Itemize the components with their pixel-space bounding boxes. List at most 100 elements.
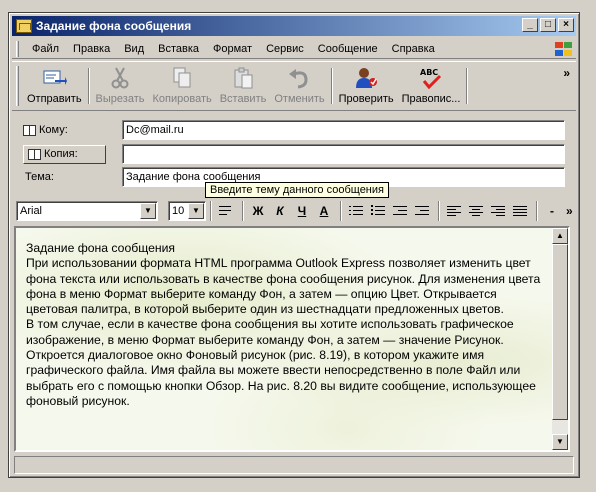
paste-button[interactable]: Вставить (216, 62, 271, 110)
title-bar[interactable]: Задание фона сообщения _ □ × (12, 16, 576, 36)
to-field[interactable]: Dc@mail.ru (122, 120, 565, 140)
menu-format[interactable]: Формат (206, 41, 259, 57)
body-paragraph: При использовании формата HTML программа… (26, 256, 541, 317)
align-right-icon (491, 205, 505, 217)
send-button[interactable]: Отправить (23, 62, 86, 110)
toolbar-separator (330, 68, 333, 104)
align-center-button[interactable] (466, 201, 486, 221)
underline-button[interactable]: Ч (292, 201, 312, 221)
font-size-value: 10 (172, 205, 185, 217)
message-text[interactable]: Задание фона сообщения При использовании… (26, 241, 546, 409)
cut-button[interactable]: Вырезать (92, 62, 149, 110)
menu-grip (16, 40, 19, 57)
chevron-down-icon[interactable]: ▼ (140, 203, 156, 219)
toolbar-separator (87, 68, 90, 104)
copy-label: Копировать (152, 93, 212, 105)
windows-logo-icon (552, 40, 574, 58)
minimize-button[interactable]: _ (522, 18, 538, 32)
cc-label: Копия: (44, 148, 78, 160)
align-right-button[interactable] (488, 201, 508, 221)
scissors-icon (107, 66, 133, 90)
format-separator (438, 201, 440, 221)
font-select[interactable]: Arial ▼ (16, 201, 158, 221)
address-book-icon (28, 148, 41, 160)
cc-field[interactable] (122, 144, 565, 164)
address-book-icon (23, 124, 36, 136)
scroll-thumb[interactable] (552, 244, 568, 420)
menu-tools[interactable]: Сервис (259, 41, 311, 57)
paragraph-style-button[interactable] (216, 201, 236, 221)
undo-button[interactable]: Отменить (270, 62, 328, 110)
window-title: Задание фона сообщения (36, 19, 192, 33)
toolbar-overflow-chevron-icon[interactable]: » (563, 66, 570, 80)
copy-icon (169, 66, 195, 90)
horizontal-line-button[interactable]: - (542, 201, 562, 221)
bullet-list-button[interactable] (368, 201, 388, 221)
undo-label: Отменить (274, 93, 325, 105)
scroll-up-icon[interactable]: ▲ (552, 228, 568, 244)
menu-message[interactable]: Сообщение (311, 41, 385, 57)
numbered-list-button[interactable] (346, 201, 366, 221)
justify-button[interactable] (510, 201, 530, 221)
formatting-toolbar: Arial ▼ 10 ▼ Ж К Ч А - » (12, 197, 576, 225)
compose-window: Задание фона сообщения _ □ × Файл Правка… (8, 12, 580, 478)
subject-label: Тема: (25, 171, 54, 183)
subject-tooltip: Введите тему данного сообщения (205, 182, 389, 198)
font-size-select[interactable]: 10 ▼ (168, 201, 206, 221)
menu-bar: Файл Правка Вид Вставка Формат Сервис Со… (12, 39, 576, 59)
menu-edit[interactable]: Правка (66, 41, 117, 57)
maximize-button[interactable]: □ (540, 18, 556, 32)
menu-file[interactable]: Файл (25, 41, 66, 57)
scroll-down-icon[interactable]: ▼ (552, 434, 568, 450)
check-names-label: Проверить (338, 93, 394, 105)
to-row: Кому: Dc@mail.ru (23, 120, 565, 140)
check-names-button[interactable]: Проверить (335, 62, 398, 110)
undo-icon (286, 66, 312, 90)
font-color-button[interactable]: А (314, 201, 334, 221)
increase-indent-button[interactable] (412, 201, 432, 221)
body-paragraph: В том случае, если в качестве фона сообщ… (26, 317, 536, 408)
format-overflow-chevron-icon[interactable]: » (566, 204, 573, 218)
bold-button[interactable]: Ж (248, 201, 268, 221)
to-label: Кому: (39, 124, 68, 136)
cut-label: Вырезать (95, 93, 145, 105)
spelling-icon: ABC (418, 66, 444, 90)
italic-button[interactable]: К (270, 201, 290, 221)
cc-row: Копия: (23, 144, 565, 164)
menu-help[interactable]: Справка (385, 41, 442, 57)
menu-view[interactable]: Вид (117, 41, 151, 57)
send-label: Отправить (27, 93, 82, 105)
align-center-icon (469, 205, 483, 217)
align-left-button[interactable] (444, 201, 464, 221)
status-bar (14, 456, 574, 474)
toolbar-separator (466, 68, 469, 104)
numbered-list-icon (349, 205, 363, 217)
format-separator (242, 201, 244, 221)
chevron-down-icon[interactable]: ▼ (188, 203, 204, 219)
paste-icon (230, 66, 256, 90)
check-names-icon (353, 66, 379, 90)
body-paragraph: Задание фона сообщения (26, 241, 176, 255)
increase-indent-icon (415, 205, 429, 217)
toolbar-grip (16, 66, 19, 106)
align-left-icon (447, 205, 461, 217)
cc-button[interactable]: Копия: (23, 144, 106, 164)
format-separator (210, 201, 212, 221)
decrease-indent-button[interactable] (390, 201, 410, 221)
to-button[interactable]: Кому: (23, 121, 68, 140)
font-value: Arial (20, 205, 43, 217)
spelling-icon-text: ABC (420, 68, 438, 77)
justify-icon (513, 205, 527, 217)
format-separator (340, 201, 342, 221)
spelling-button[interactable]: ABC Правопис... (398, 62, 465, 110)
copy-button[interactable]: Копировать (148, 62, 215, 110)
spelling-label: Правопис... (401, 93, 461, 105)
paragraph-style-icon (219, 205, 233, 217)
menu-insert[interactable]: Вставка (151, 41, 206, 57)
close-button[interactable]: × (558, 18, 574, 32)
send-icon (41, 66, 68, 90)
compose-app-icon (16, 19, 32, 33)
vertical-scrollbar[interactable]: ▲ ▼ (552, 228, 568, 450)
paste-label: Вставить (219, 93, 267, 105)
message-body[interactable]: Задание фона сообщения При использовании… (14, 226, 570, 452)
